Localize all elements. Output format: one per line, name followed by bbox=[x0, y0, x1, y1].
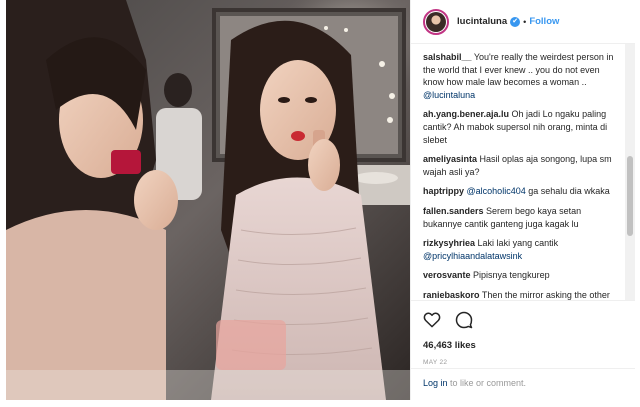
post-photo[interactable] bbox=[6, 0, 410, 400]
comment-author[interactable]: haptrippy bbox=[423, 186, 464, 196]
comments-scrollbar[interactable] bbox=[625, 44, 635, 300]
comment-text-tail: ga sehalu dia wkaka bbox=[525, 186, 610, 197]
comment-mention[interactable]: @lucintaluna bbox=[423, 90, 475, 100]
login-prompt: Log in to like or comment. bbox=[411, 368, 635, 400]
comment-text: Pipisnya tengkurep bbox=[470, 270, 550, 281]
comment-author[interactable]: salshabil__ bbox=[423, 52, 472, 62]
post-actions: 46,463 likes MAY 22 bbox=[411, 300, 635, 366]
likes-count[interactable]: 46,463 likes bbox=[423, 340, 623, 351]
post-sidebar: lucintaluna ✔ • Follow salshabil__ You'r… bbox=[410, 0, 635, 400]
comment-icon[interactable] bbox=[455, 311, 473, 334]
window-bottom-edge bbox=[0, 400, 640, 407]
comment-item: ameliyasinta Hasil oplas aja songong, lu… bbox=[423, 153, 619, 178]
comment-item: rizkysyhriea Laki laki yang cantik @pric… bbox=[423, 237, 619, 262]
comment-author[interactable]: raniebaskoro bbox=[423, 290, 480, 300]
instagram-post-window: lucintaluna ✔ • Follow salshabil__ You'r… bbox=[0, 0, 640, 407]
comment-author[interactable]: fallen.sanders bbox=[423, 206, 484, 216]
comment-item: ah.yang.bener.aja.lu Oh jadi Lo ngaku pa… bbox=[423, 108, 619, 146]
avatar-image bbox=[426, 11, 446, 32]
comment-mention[interactable]: @alcoholic404 bbox=[467, 186, 526, 196]
post-image bbox=[6, 0, 410, 400]
verified-badge-icon: ✔ bbox=[510, 16, 521, 27]
heart-icon-svg bbox=[423, 312, 441, 328]
post-username[interactable]: lucintaluna bbox=[457, 16, 507, 27]
comment-author[interactable]: ah.yang.bener.aja.lu bbox=[423, 109, 509, 119]
comment-item: verosvante Pipisnya tengkurep bbox=[423, 269, 619, 282]
comment-author[interactable]: ameliyasinta bbox=[423, 154, 477, 164]
comments-list[interactable]: salshabil__ You're really the weirdest p… bbox=[411, 44, 625, 300]
comment-author[interactable]: rizkysyhriea bbox=[423, 238, 475, 248]
comment-item: fallen.sanders Serem bego kaya setan buk… bbox=[423, 205, 619, 230]
comment-icon-svg bbox=[455, 311, 473, 328]
comment-item: haptrippy @alcoholic404 ga sehalu dia wk… bbox=[423, 185, 619, 198]
comment-item: salshabil__ You're really the weirdest p… bbox=[423, 51, 619, 101]
comment-mention[interactable]: @pricylhiaandalatawsink bbox=[423, 251, 522, 261]
comment-item: raniebaskoro Then the mirror asking the … bbox=[423, 289, 619, 300]
avatar[interactable] bbox=[423, 8, 449, 35]
post-header: lucintaluna ✔ • Follow bbox=[411, 0, 635, 44]
comment-author[interactable]: verosvante bbox=[423, 270, 471, 280]
post-date: MAY 22 bbox=[423, 359, 448, 366]
comment-text: Laki laki yang cantik bbox=[475, 238, 559, 249]
scrollbar-thumb[interactable] bbox=[627, 156, 633, 236]
action-icons bbox=[423, 311, 623, 333]
follow-button[interactable]: Follow bbox=[529, 16, 559, 27]
login-link[interactable]: Log in bbox=[423, 378, 448, 388]
heart-icon[interactable] bbox=[423, 311, 441, 333]
login-prompt-text: to like or comment. bbox=[447, 378, 527, 388]
separator-dot: • bbox=[523, 16, 527, 27]
